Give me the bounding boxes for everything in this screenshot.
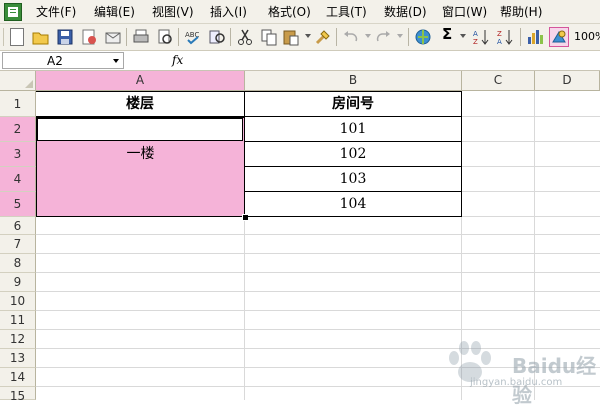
name-box-value: A2 bbox=[47, 54, 63, 68]
spelling-icon[interactable]: ABC bbox=[184, 28, 202, 46]
row-header-15[interactable]: 15 bbox=[0, 387, 36, 403]
row-header-13[interactable]: 13 bbox=[0, 349, 36, 368]
name-box-dropdown-icon[interactable] bbox=[113, 59, 119, 63]
selection-border bbox=[36, 117, 245, 217]
chart-wizard-icon[interactable] bbox=[526, 28, 544, 46]
open-icon[interactable] bbox=[32, 28, 50, 46]
row-header-11[interactable]: 11 bbox=[0, 311, 36, 330]
hyperlink-icon[interactable] bbox=[414, 28, 432, 46]
row-header-9[interactable]: 9 bbox=[0, 273, 36, 292]
insert-function-icon[interactable]: fx bbox=[172, 53, 183, 67]
zoom-level[interactable]: 100% bbox=[574, 30, 600, 44]
sort-descending-icon[interactable]: ZA bbox=[496, 28, 514, 46]
undo-dropdown-icon[interactable] bbox=[365, 34, 371, 38]
row-header-2[interactable]: 2 bbox=[0, 117, 36, 142]
undo-icon[interactable] bbox=[342, 28, 360, 46]
standard-toolbar: ABC Σ AZ ZA 100% bbox=[0, 24, 600, 51]
excel-app-icon[interactable] bbox=[4, 3, 22, 21]
permission-icon[interactable] bbox=[80, 28, 98, 46]
cell-b1[interactable]: 房间号 bbox=[245, 91, 462, 117]
print-icon[interactable] bbox=[132, 28, 150, 46]
menu-data[interactable]: 数据(D) bbox=[384, 4, 427, 20]
cell-b4[interactable]: 103 bbox=[245, 167, 462, 192]
menu-help[interactable]: 帮助(H) bbox=[500, 4, 542, 20]
row-header-1[interactable]: 1 bbox=[0, 91, 36, 117]
watermark-url: jingyan.baidu.com bbox=[470, 377, 563, 388]
drawing-icon[interactable] bbox=[549, 27, 569, 47]
column-header-c[interactable]: C bbox=[462, 71, 535, 91]
formula-input[interactable] bbox=[190, 52, 598, 69]
row-header-6[interactable]: 6 bbox=[0, 217, 36, 235]
svg-text:Z: Z bbox=[497, 30, 502, 38]
row-header-3[interactable]: 3 bbox=[0, 142, 36, 167]
cut-icon[interactable] bbox=[236, 28, 254, 46]
column-header-d[interactable]: D bbox=[535, 71, 600, 91]
merged-cell-a-text: 一楼 bbox=[126, 146, 155, 162]
print-preview-icon[interactable] bbox=[156, 28, 174, 46]
svg-text:A: A bbox=[497, 38, 502, 46]
row-header-12[interactable]: 12 bbox=[0, 330, 36, 349]
email-icon[interactable] bbox=[104, 28, 122, 46]
cell-b5[interactable]: 104 bbox=[245, 192, 462, 217]
row-header-10[interactable]: 10 bbox=[0, 292, 36, 311]
column-header-a[interactable]: A bbox=[36, 71, 245, 91]
row-header-5[interactable]: 5 bbox=[0, 192, 36, 217]
menu-format[interactable]: 格式(O) bbox=[268, 4, 311, 20]
cell-b3[interactable]: 102 bbox=[245, 142, 462, 167]
menu-bar: 文件(F) 编辑(E) 视图(V) 插入(I) 格式(O) 工具(T) 数据(D… bbox=[0, 0, 600, 24]
autosum-icon[interactable]: Σ bbox=[442, 27, 452, 42]
copy-icon[interactable] bbox=[260, 28, 278, 46]
svg-text:Z: Z bbox=[473, 38, 478, 46]
menu-view[interactable]: 视图(V) bbox=[152, 4, 194, 20]
new-icon[interactable] bbox=[10, 28, 24, 46]
redo-icon[interactable] bbox=[374, 28, 392, 46]
format-painter-icon[interactable] bbox=[314, 28, 332, 46]
row-header-7[interactable]: 7 bbox=[0, 235, 36, 254]
menu-edit[interactable]: 编辑(E) bbox=[94, 4, 135, 20]
row-header-8[interactable]: 8 bbox=[0, 254, 36, 273]
cell-b2[interactable]: 101 bbox=[245, 117, 462, 142]
select-all-corner[interactable] bbox=[0, 71, 36, 91]
research-icon[interactable] bbox=[208, 28, 226, 46]
formula-bar: A2 fx bbox=[0, 51, 600, 71]
paste-icon[interactable] bbox=[282, 28, 300, 46]
menu-file[interactable]: 文件(F) bbox=[36, 4, 76, 20]
row-header-4[interactable]: 4 bbox=[0, 167, 36, 192]
menu-tools[interactable]: 工具(T) bbox=[326, 4, 367, 20]
menu-insert[interactable]: 插入(I) bbox=[210, 4, 247, 20]
column-header-b[interactable]: B bbox=[245, 71, 462, 91]
autosum-dropdown-icon[interactable] bbox=[460, 34, 466, 38]
name-box[interactable]: A2 bbox=[2, 52, 124, 69]
sort-ascending-icon[interactable]: AZ bbox=[472, 28, 490, 46]
redo-dropdown-icon[interactable] bbox=[397, 34, 403, 38]
save-icon[interactable] bbox=[56, 28, 74, 46]
paste-dropdown-icon[interactable] bbox=[305, 34, 311, 38]
svg-text:A: A bbox=[473, 30, 478, 38]
row-header-14[interactable]: 14 bbox=[0, 368, 36, 387]
menu-window[interactable]: 窗口(W) bbox=[442, 4, 487, 20]
cell-a1[interactable]: 楼层 bbox=[36, 91, 245, 117]
